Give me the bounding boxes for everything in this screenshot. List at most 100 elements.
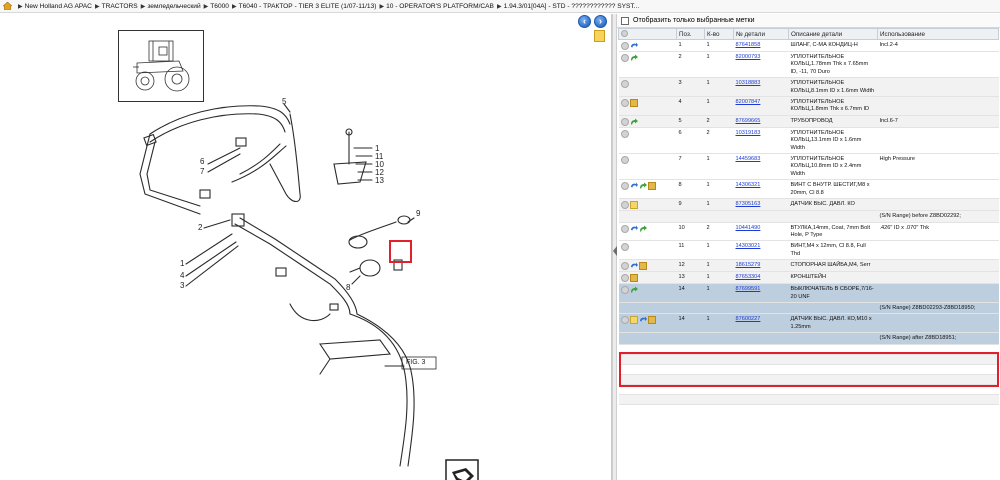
select-dot-icon[interactable] bbox=[620, 316, 629, 325]
replace-arrow-icon[interactable] bbox=[630, 42, 638, 50]
table-row[interactable]: 3 1 10318883 УПЛОТНИТЕЛЬНОЕ КОЛЬЦ,8.1mm ID … bbox=[618, 77, 999, 98]
table-row[interactable]: 14 1 87600227 ДАТЧИК ВЫС. ДАВЛ. КО,M10 x 1.… bbox=[618, 313, 999, 334]
column-header[interactable]: Использование bbox=[877, 28, 999, 40]
description-cell: УПЛОТНИТЕЛЬНОЕ КОЛЬЦ,13.1mm ID x 1.6mm W… bbox=[788, 127, 878, 155]
part-number-link[interactable]: 82000793 bbox=[736, 54, 761, 60]
table-row[interactable]: 14 1 87699591 ВЫКЛЮЧАТЕЛЬ В СБОРЕ,7/16-20 U… bbox=[618, 283, 999, 303]
breadcrumb-item[interactable]: New Holland AG APAC bbox=[25, 3, 92, 10]
quantity-cell: 1 bbox=[704, 259, 734, 273]
breadcrumb-item[interactable]: T6000 bbox=[210, 3, 229, 10]
table-row[interactable]: 11 1 14303021 ВИНТ,M4 x 12mm, Cl 8.8, Full … bbox=[618, 240, 999, 261]
zoom-button[interactable] bbox=[445, 459, 479, 480]
select-all-icon[interactable] bbox=[621, 29, 628, 37]
part-number-link[interactable]: 18615279 bbox=[736, 262, 761, 268]
part-number-cell: 87305163 bbox=[733, 198, 789, 212]
part-number-link[interactable]: 87600227 bbox=[736, 316, 761, 322]
select-dot-icon[interactable] bbox=[620, 129, 629, 138]
select-dot-icon[interactable] bbox=[620, 99, 629, 108]
part-number-link[interactable]: 87699665 bbox=[736, 118, 761, 124]
column-header[interactable]: Поз. bbox=[676, 28, 705, 40]
table-row[interactable]: 8 1 14306321 ВИНТ С ВНУТР. ШЕСТИГ,M8 x 20mm… bbox=[618, 179, 999, 200]
parts-drawing: 5 1 11 10 12 13 6 7 2 1 4 3 9 8 FIG. 3 bbox=[139, 97, 479, 480]
quantity-cell: 1 bbox=[704, 179, 734, 200]
select-dot-icon[interactable] bbox=[620, 274, 629, 283]
select-dot-icon[interactable] bbox=[620, 243, 629, 252]
alternative-arrow-icon[interactable] bbox=[630, 54, 638, 62]
table-row[interactable]: 2 1 82000793 УПЛОТНИТЕЛЬНОЕ КОЛЬЦ,1.78mm Th… bbox=[618, 51, 999, 79]
part-number-link[interactable]: 87641858 bbox=[736, 42, 761, 48]
replace-arrow-icon[interactable] bbox=[630, 225, 638, 233]
part-number-link[interactable]: 87653304 bbox=[736, 274, 761, 280]
part-number-link[interactable]: 10318883 bbox=[736, 80, 761, 86]
part-number-link[interactable]: 14306321 bbox=[736, 182, 761, 188]
note-icon[interactable] bbox=[629, 201, 638, 210]
separator-icon: ▶ bbox=[496, 3, 502, 10]
table-row[interactable]: 4 1 82007847 УПЛОТНИТЕЛЬНОЕ КОЛЬЦ,1.8mm Thk… bbox=[618, 96, 999, 116]
alternative-arrow-icon[interactable] bbox=[630, 118, 638, 126]
part-number-link[interactable]: 87699591 bbox=[736, 286, 761, 292]
part-number-link[interactable]: 14303021 bbox=[736, 243, 761, 249]
table-row[interactable]: 13 1 87653304 КРОНШТЕЙН bbox=[618, 271, 999, 285]
column-header[interactable]: № детали bbox=[733, 28, 789, 40]
select-dot-icon[interactable] bbox=[620, 117, 629, 126]
part-number-cell: 87653304 bbox=[733, 271, 789, 285]
alternative-arrow-icon[interactable] bbox=[639, 182, 647, 190]
part-number-link[interactable]: 10441490 bbox=[736, 225, 761, 231]
table-row[interactable]: 6 2 10319183 УПЛОТНИТЕЛЬНОЕ КОЛЬЦ,13.1mm ID… bbox=[618, 127, 999, 155]
select-dot-icon[interactable] bbox=[620, 201, 629, 210]
table-row[interactable]: 12 1 18615279 СТОПОРНАЯ ШАЙБА,M4, Serr bbox=[618, 259, 999, 273]
row-actions bbox=[618, 222, 677, 242]
callout-label: 9 bbox=[416, 209, 421, 218]
part-number-link[interactable]: 87305163 bbox=[736, 201, 761, 207]
column-header[interactable]: Описание детали bbox=[788, 28, 878, 40]
select-dot-icon[interactable] bbox=[620, 156, 629, 165]
replace-arrow-icon[interactable] bbox=[630, 182, 638, 190]
breadcrumb-item[interactable]: 10 - OPERATOR'S PLATFORM/CAB bbox=[386, 3, 494, 10]
callout-label: 5 bbox=[282, 97, 287, 106]
table-row[interactable]: 10 2 10441490 ВТУЛКА,14mm, Coat, 7mm Bolt H… bbox=[618, 222, 999, 242]
select-dot-icon[interactable] bbox=[620, 182, 629, 191]
select-dot-icon[interactable] bbox=[620, 262, 629, 271]
description-cell: УПЛОТНИТЕЛЬНОЕ КОЛЬЦ,1.78mm Thk x 7.65mm… bbox=[788, 51, 878, 79]
kit-box-icon[interactable] bbox=[647, 182, 656, 191]
description-cell: ВИНТ,M4 x 12mm, Cl 8.8, Full Thd bbox=[788, 240, 878, 261]
kit-box-icon[interactable] bbox=[629, 99, 638, 108]
empty-row bbox=[618, 354, 999, 365]
select-dot-icon[interactable] bbox=[620, 54, 629, 62]
usage-cell: High Pressure bbox=[877, 153, 999, 181]
part-number-cell: 87600227 bbox=[733, 313, 789, 334]
replace-arrow-icon[interactable] bbox=[639, 316, 647, 324]
position-cell: 9 bbox=[676, 198, 705, 212]
part-number-link[interactable]: 82007847 bbox=[736, 99, 761, 105]
select-dot-icon[interactable] bbox=[620, 286, 629, 295]
breadcrumb-item[interactable]: TRACTORS bbox=[102, 3, 138, 10]
table-row[interactable]: 9 1 87305163 ДАТЧИК ВЫС. ДАВЛ. КО bbox=[618, 198, 999, 212]
home-icon[interactable] bbox=[3, 2, 12, 10]
part-number-cell: 14303021 bbox=[733, 240, 789, 261]
part-number-link[interactable]: 10319183 bbox=[736, 130, 761, 136]
table-row[interactable]: 1 1 87641858 ШЛАНГ, С-МА КОНДИЦ-Н Incl.2-4 bbox=[618, 39, 999, 52]
replace-arrow-icon[interactable] bbox=[630, 262, 638, 270]
part-number-link[interactable]: 14459683 bbox=[736, 156, 761, 162]
callout-label: 6 bbox=[200, 157, 205, 166]
select-all-header[interactable] bbox=[618, 28, 677, 40]
select-dot-icon[interactable] bbox=[620, 224, 629, 233]
alternative-arrow-icon[interactable] bbox=[630, 286, 638, 294]
select-dot-icon[interactable] bbox=[620, 80, 629, 89]
selected-callout-highlight[interactable] bbox=[389, 240, 412, 263]
select-dot-icon[interactable] bbox=[620, 42, 629, 50]
table-row[interactable]: 5 2 87699665 ТРУБОПРОВОД Incl.6-7 bbox=[618, 115, 999, 128]
breadcrumb-item[interactable]: земледельческий bbox=[147, 3, 200, 10]
note-icon[interactable] bbox=[629, 316, 638, 325]
show-selected-checkbox[interactable] bbox=[621, 16, 629, 25]
alternative-arrow-icon[interactable] bbox=[639, 225, 647, 233]
breadcrumb-item[interactable]: 1.94.3/01[04A] - STD - ???????????? SYST… bbox=[504, 3, 640, 10]
kit-box-icon[interactable] bbox=[647, 316, 656, 325]
table-row[interactable]: 7 1 14459683 УПЛОТНИТЕЛЬНОЕ КОЛЬЦ,10.8mm ID… bbox=[618, 153, 999, 181]
breadcrumb-item[interactable]: T6040 - ТРАКТОР - TIER 3 ELITE (1/07-11/… bbox=[239, 3, 377, 10]
kit-box-icon[interactable] bbox=[629, 274, 638, 283]
position-cell: 10 bbox=[676, 222, 705, 242]
column-header[interactable]: К-во bbox=[704, 28, 734, 40]
kit-box-icon[interactable] bbox=[638, 262, 647, 271]
description-cell: УПЛОТНИТЕЛЬНОЕ КОЛЬЦ,1.8mm Thk x 6.7mm I… bbox=[788, 96, 878, 116]
